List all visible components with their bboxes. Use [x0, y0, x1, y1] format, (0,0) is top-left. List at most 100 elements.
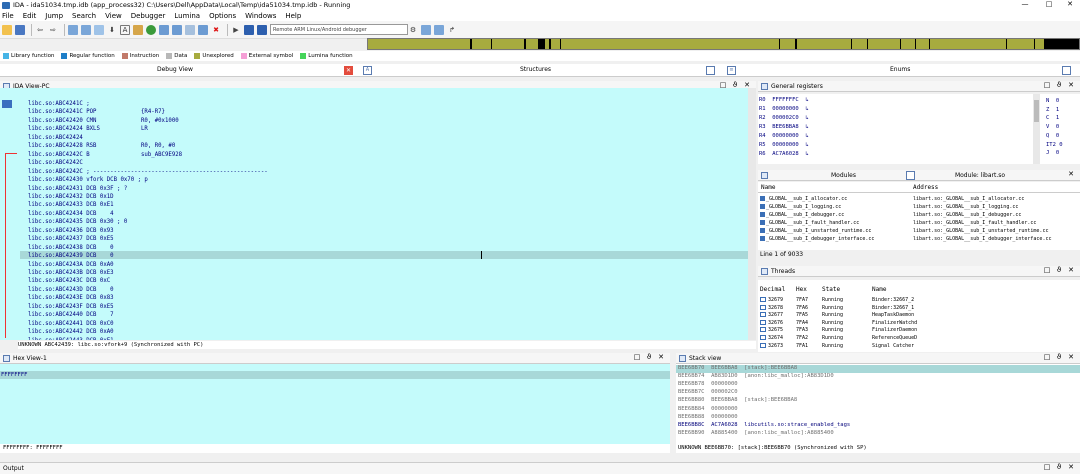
register-row[interactable]: R3 BEE6BBA8 ↳: [759, 123, 809, 131]
xref-icon[interactable]: [185, 24, 195, 35]
stack-line[interactable]: BEE6BB70 BEE6BBA8 [stack]:BEE6BBA8: [678, 365, 797, 373]
close-icon[interactable]: ✕: [1065, 170, 1077, 178]
thread-cell[interactable]: 32678: [760, 304, 783, 312]
pause-icon[interactable]: [244, 24, 254, 35]
disassembly-line[interactable]: libc.so:ABC4243A DCB 0xA0: [28, 261, 114, 269]
registers-view[interactable]: R0 FFFFFFFC ↳ R1 00000000 ↳ R2 000002C0 ↳ R…: [758, 94, 1080, 164]
enum-icon[interactable]: [172, 24, 182, 35]
stack-line[interactable]: BEE6BB80 BEE6BBA8 [stack]:BEE6BBA8: [678, 397, 797, 405]
flag-row[interactable]: Q 0: [1046, 132, 1059, 140]
close-tab-icon[interactable]: ✕: [344, 66, 353, 75]
thread-cell[interactable]: 7FA4: [796, 320, 808, 327]
flag-row[interactable]: IT2 0: [1046, 141, 1063, 149]
disassembly-line[interactable]: libc.so:ABC4243D DCB 0: [28, 286, 114, 294]
menu-jump[interactable]: Jump: [45, 12, 63, 20]
register-row[interactable]: R1 00000000 ↳: [759, 105, 809, 113]
thread-cell[interactable]: Running: [822, 297, 843, 304]
disassembly-line[interactable]: libc.so:ABC4243F DCB 0xE5: [28, 303, 114, 311]
disassembly-line[interactable]: libc.so:ABC42437 DCB 0xE5: [28, 235, 114, 243]
disassembly-line[interactable]: libc.so:ABC42442 DCB 0xA0: [28, 328, 114, 336]
function-icon[interactable]: [198, 24, 208, 35]
thread-cell[interactable]: Running: [822, 320, 843, 327]
thread-cell[interactable]: 32679: [760, 297, 783, 304]
restore-icon[interactable]: □: [631, 353, 643, 361]
thread-cell[interactable]: 7FA7: [796, 297, 808, 304]
disassembly-line[interactable]: libc.so:ABC42434 DCB 4: [28, 210, 114, 218]
float-icon[interactable]: ϑ: [643, 353, 655, 361]
column-address[interactable]: Address: [913, 184, 938, 191]
maximize-button[interactable]: □: [1040, 0, 1058, 8]
stack-line[interactable]: BEE6BB90 A8885400 [anon:libc_malloc]:A88…: [678, 430, 834, 438]
disassembly-line[interactable]: libc.so:ABC4243B DCB 0xE3: [28, 269, 114, 277]
restore-icon[interactable]: □: [1041, 81, 1053, 89]
menu-file[interactable]: File: [2, 12, 14, 20]
flag-row[interactable]: C 1: [1046, 114, 1059, 122]
thread-cell[interactable]: Running: [822, 343, 843, 350]
open-icon[interactable]: [2, 24, 12, 35]
thread-cell[interactable]: 7FA6: [796, 305, 808, 312]
disassembly-line[interactable]: libc.so:ABC42435 DCB 0x30 ; 0: [28, 218, 127, 226]
register-row[interactable]: R4 00000000 ↳: [759, 132, 809, 140]
float-icon[interactable]: ϑ: [1053, 463, 1065, 471]
disassembly-line[interactable]: libc.so:ABC42440 DCB 7: [28, 311, 114, 319]
disassembly-line[interactable]: libc.so:ABC4242C B sub_ABC9E928: [28, 151, 182, 159]
restore-icon[interactable]: □: [1041, 353, 1053, 361]
tab-debug-view[interactable]: Debug View: [157, 66, 193, 73]
menu-view[interactable]: View: [105, 12, 122, 20]
tab-restore-icon[interactable]: [706, 66, 715, 75]
disassembly-line[interactable]: libc.so:ABC42433 DCB 0xE1: [28, 201, 114, 209]
register-row[interactable]: R0 FFFFFFFC ↳: [759, 96, 809, 104]
close-button[interactable]: ✕: [1061, 0, 1079, 8]
flag-row[interactable]: N 0: [1046, 97, 1059, 105]
continue-icon[interactable]: ▶: [231, 25, 241, 35]
debugger-select[interactable]: Remote ARM Linux/Android debugger: [270, 24, 408, 35]
stack-line[interactable]: BEE6BB74 AB83D1D0 [anon:libc_malloc]:AB8…: [678, 373, 834, 381]
down-arrow-icon[interactable]: ⬇: [107, 25, 117, 35]
menu-windows[interactable]: Windows: [245, 12, 276, 20]
enums-tab-icon[interactable]: ≡: [727, 66, 736, 75]
column-name[interactable]: Name: [761, 184, 775, 191]
tab-restore-icon[interactable]: [1062, 66, 1071, 75]
structures-tab-icon[interactable]: A: [363, 66, 372, 75]
close-icon[interactable]: ✕: [655, 353, 667, 361]
menu-help[interactable]: Help: [285, 12, 301, 20]
disassembly-line[interactable]: libc.so:ABC4242C: [28, 159, 83, 167]
navigation-band[interactable]: [367, 38, 1080, 50]
thread-cell[interactable]: 32673: [760, 342, 783, 350]
close-icon[interactable]: ✕: [1065, 463, 1077, 471]
thread-cell[interactable]: ReferenceQueueD: [872, 335, 917, 342]
module-row[interactable]: _GLOBAL__sub_I_debugger_interface.cc: [760, 236, 874, 243]
tab-modules[interactable]: Modules: [831, 172, 856, 179]
thread-cell[interactable]: 32676: [760, 319, 783, 327]
module-row[interactable]: _GLOBAL__sub_I_allocator.cc: [760, 196, 847, 203]
text-search-icon[interactable]: A: [120, 24, 130, 35]
structure-icon[interactable]: [159, 24, 169, 35]
thread-cell[interactable]: Running: [822, 312, 843, 319]
register-row[interactable]: R5 00000000 ↳: [759, 141, 809, 149]
modules-list[interactable]: Name Address _GLOBAL__sub_I_allocator.cc…: [758, 182, 1080, 250]
menu-search[interactable]: Search: [72, 12, 96, 20]
thread-cell[interactable]: 7FA3: [796, 327, 808, 334]
disassembly-line[interactable]: libc.so:ABC42431 DCB 0x3F ; ?: [28, 185, 127, 193]
disassembly-line[interactable]: libc.so:ABC42420 CMN R0, #0x1000: [28, 117, 179, 125]
menu-options[interactable]: Options: [209, 12, 236, 20]
module-row[interactable]: _GLOBAL__sub_I_fault_handler.cc: [760, 220, 859, 227]
stack-line[interactable]: BEE6BB88 00000000: [678, 414, 738, 422]
disassembly-line[interactable]: libc.so:ABC4243E DCB 0x83: [28, 294, 114, 302]
stack-line[interactable]: BEE6BB84 00000000: [678, 406, 738, 414]
back-icon[interactable]: ⇦: [35, 25, 45, 35]
disassembly-line[interactable]: libc.so:ABC42436 DCB 0x93: [28, 227, 114, 235]
thread-cell[interactable]: HeapTaskDaemon: [872, 312, 914, 319]
module-row[interactable]: _GLOBAL__sub_I_debugger.cc: [760, 212, 844, 219]
register-row[interactable]: R6 AC7A6028 ↳: [759, 150, 809, 158]
disassembly-line[interactable]: libc.so:ABC42424 BXLS LR: [28, 125, 148, 133]
stack-line[interactable]: BEE6BB7C 000002C0: [678, 389, 738, 397]
module-address[interactable]: libart.so:_GLOBAL__sub_I_allocator.cc: [913, 196, 1024, 203]
thread-cell[interactable]: 32674: [760, 335, 783, 342]
thread-cell[interactable]: Signal Catcher: [872, 343, 914, 350]
run-to-cursor-icon[interactable]: ↱: [447, 25, 457, 35]
close-icon[interactable]: ✕: [1065, 266, 1077, 274]
flag-row[interactable]: Z 1: [1046, 106, 1059, 114]
thread-cell[interactable]: 32677: [760, 312, 783, 319]
debugger-options-icon[interactable]: ⚙: [408, 25, 418, 35]
